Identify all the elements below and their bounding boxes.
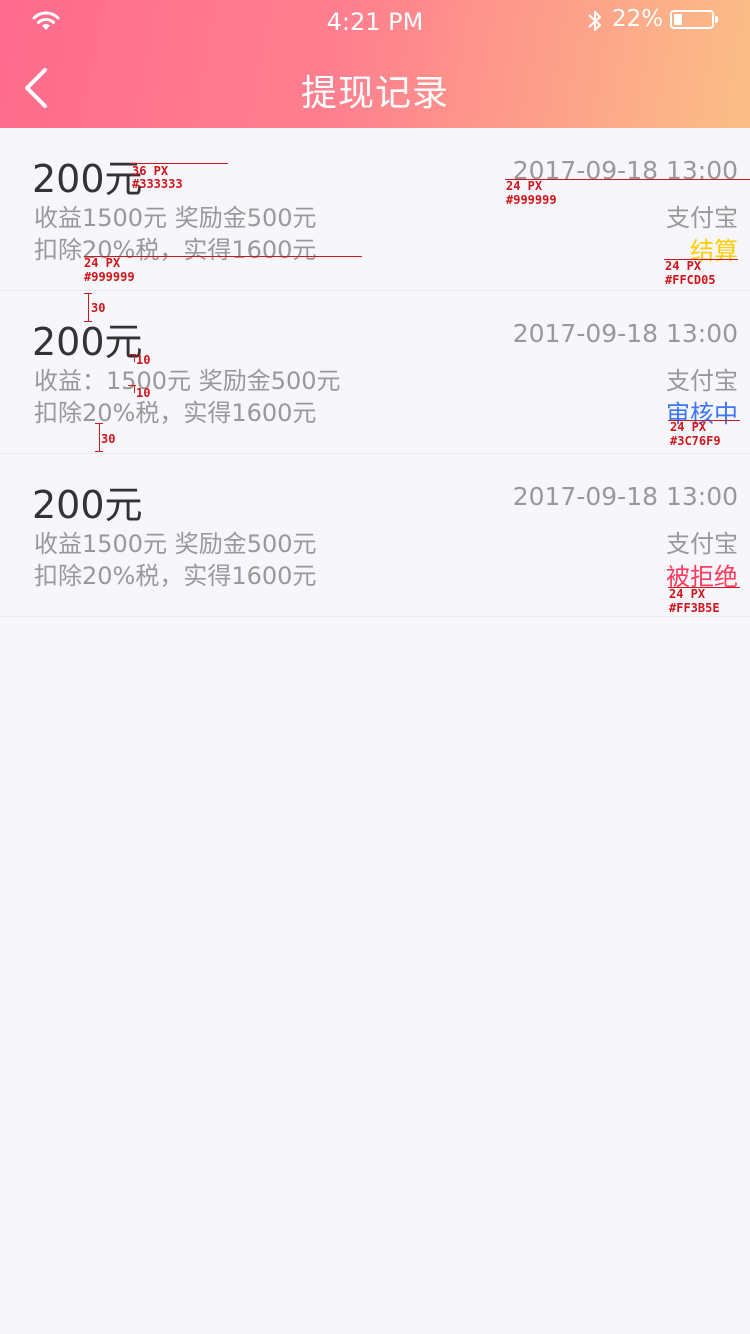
anno-gap-line2: 10 <box>136 386 151 400</box>
anno-amount-color: #333333 <box>132 177 183 191</box>
anno-cap <box>95 451 103 452</box>
anno-cap <box>95 423 103 424</box>
anno-gap-line <box>134 354 135 362</box>
anno-line <box>84 256 362 257</box>
record-method: 支付宝 <box>666 204 738 232</box>
record-item[interactable]: 200元 收益：1500元 奖励金500元 扣除20%税，实得1600元 201… <box>0 291 750 454</box>
battery-percent: 22% <box>612 6 664 32</box>
record-income: 收益：1500元 奖励金500元 <box>34 367 341 395</box>
anno-gap-line1: 10 <box>136 353 151 367</box>
anno-date-size: 24 PX <box>506 179 543 193</box>
record-date: 2017-09-18 13:00 <box>512 482 738 511</box>
record-tax: 扣除20%税，实得1600元 <box>34 236 317 264</box>
record-item[interactable]: 200元 收益1500元 奖励金500元 扣除20%税，实得1600元 2017… <box>0 128 750 291</box>
anno-text-color: #999999 <box>84 270 135 284</box>
anno-cap <box>128 354 136 355</box>
battery-tip <box>715 16 718 23</box>
anno-gap-line <box>134 385 135 393</box>
record-amount: 200元 <box>32 157 143 201</box>
anno-status-color: #FF3B5E <box>669 601 720 615</box>
battery-icon <box>670 10 714 29</box>
record-tax: 扣除20%税，实得1600元 <box>34 399 317 427</box>
status-bar: 4:21 PM 22% <box>0 0 750 40</box>
anno-date-color: #999999 <box>506 193 557 207</box>
anno-amount-size: 36 PX <box>132 164 169 178</box>
anno-status-size: 24 PX <box>665 259 702 273</box>
anno-gap-line <box>88 293 89 321</box>
record-amount: 200元 <box>32 483 143 527</box>
record-date: 2017-09-18 13:00 <box>512 319 738 348</box>
anno-cap <box>84 321 92 322</box>
withdrawal-list: 200元 收益1500元 奖励金500元 扣除20%税，实得1600元 2017… <box>0 128 750 617</box>
record-item[interactable]: 200元 收益1500元 奖励金500元 扣除20%税，实得1600元 2017… <box>0 454 750 617</box>
record-method: 支付宝 <box>666 367 738 395</box>
record-method: 支付宝 <box>666 530 738 558</box>
page-title: 提现记录 <box>300 73 449 114</box>
bluetooth-icon <box>588 11 601 31</box>
anno-gap-line <box>99 423 100 451</box>
anno-status-color: #FFCD05 <box>665 273 716 287</box>
anno-status-size: 24 PX <box>670 420 707 434</box>
record-date: 2017-09-18 13:00 <box>512 156 738 185</box>
record-income: 收益1500元 奖励金500元 <box>34 530 317 558</box>
record-income: 收益1500元 奖励金500元 <box>34 204 317 232</box>
anno-gap-bottom: 30 <box>101 432 116 446</box>
anno-gap-top: 30 <box>91 301 106 315</box>
anno-cap <box>84 293 92 294</box>
anno-status-color: #3C76F9 <box>670 434 721 448</box>
anno-cap <box>128 385 136 386</box>
record-tax: 扣除20%税，实得1600元 <box>34 562 317 590</box>
header: 4:21 PM 22% 提现记录 <box>0 0 750 128</box>
anno-text-size: 24 PX <box>84 256 121 270</box>
anno-status-size: 24 PX <box>669 587 706 601</box>
